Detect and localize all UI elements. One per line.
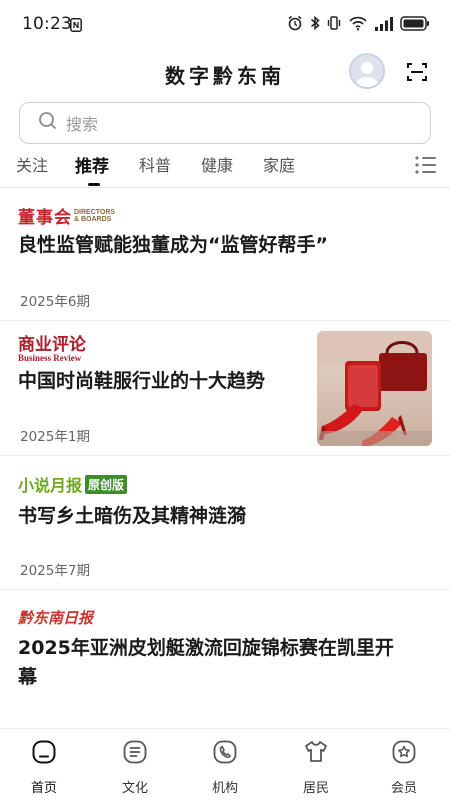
bottom-nav: 首页 文化 机构 居民 会员: [0, 728, 450, 800]
article-title[interactable]: 2025年亚洲皮划艇激流回旋锦标赛在凯里开 幕: [18, 634, 438, 692]
nfc-icon: [70, 17, 82, 36]
nav-home[interactable]: 首页: [14, 739, 74, 796]
article-issue: 2025年7期: [20, 563, 90, 579]
search-input[interactable]: 搜索: [19, 102, 431, 144]
search-placeholder: 搜索: [66, 115, 99, 134]
tab-family[interactable]: 家庭: [263, 152, 295, 176]
article-issue: 2025年6期: [20, 294, 90, 310]
shirt-icon: [303, 739, 329, 765]
article-title-line: 幕: [18, 666, 38, 688]
category-tabs: 关注 推荐 科普 健康 家庭: [0, 150, 450, 188]
alarm-icon: [287, 15, 303, 35]
article-item[interactable]: 小说月报 原创版 书写乡土暗伤及其精神涟漪 2025年7期: [0, 456, 450, 590]
search-icon: [38, 111, 58, 135]
status-time: 10:23: [22, 14, 72, 34]
source-name: 商业评论: [18, 335, 86, 355]
list-menu-icon[interactable]: [414, 154, 438, 176]
source-name: 董事会: [18, 208, 72, 228]
tab-science[interactable]: 科普: [139, 152, 171, 176]
nav-label: 机构: [211, 781, 238, 796]
article-item[interactable]: 董事会 DIRECTORS & BOARDS 良性监管赋能独董成为“监管好帮手”…: [0, 188, 450, 321]
nav-label: 会员: [390, 781, 417, 796]
source-logo-business-review: 商业评论 Business Review: [18, 335, 86, 364]
article-item[interactable]: 商业评论 Business Review 中国时尚鞋服行业的十大趋势 2025年…: [0, 321, 450, 456]
user-avatar-icon[interactable]: [349, 53, 385, 89]
article-title-line: 2025年亚洲皮划艇激流回旋锦标赛在凯里开: [18, 637, 394, 659]
signal-icon: [375, 16, 393, 35]
article-title[interactable]: 中国时尚鞋服行业的十大趋势: [18, 367, 265, 396]
nav-label: 居民: [302, 781, 329, 796]
tab-health[interactable]: 健康: [201, 152, 233, 176]
app-header: 数字黔东南: [0, 50, 450, 96]
article-item[interactable]: 黔东南日报 2025年亚洲皮划艇激流回旋锦标赛在凯里开 幕: [0, 590, 450, 728]
article-title[interactable]: 良性监管赋能独董成为“监管好帮手”: [18, 231, 328, 260]
nav-institution[interactable]: 机构: [195, 739, 255, 796]
source-badge: 原创版: [85, 474, 128, 494]
nav-culture[interactable]: 文化: [105, 739, 165, 796]
article-title[interactable]: 书写乡土暗伤及其精神涟漪: [18, 502, 246, 531]
document-icon: [122, 739, 148, 765]
wifi-icon: [348, 15, 368, 35]
tab-recommend[interactable]: 推荐: [75, 152, 109, 177]
nav-residents[interactable]: 居民: [286, 739, 346, 796]
red-shoes-and-handbag-image[interactable]: [317, 331, 432, 446]
article-issue: 2025年1期: [20, 429, 90, 445]
source-logo-directors-boards: 董事会 DIRECTORS & BOARDS: [18, 203, 120, 228]
home-icon: [31, 739, 57, 765]
source-logo-qiandongnan-daily: 黔东南日报: [18, 609, 94, 627]
tab-indicator: [88, 183, 100, 186]
source-name-en: Business Review: [18, 353, 82, 363]
status-bar: 10:23: [0, 0, 450, 50]
bluetooth-icon: [310, 15, 320, 35]
nav-label: 文化: [121, 781, 148, 796]
scan-icon[interactable]: [405, 60, 429, 84]
phone-icon: [212, 739, 238, 765]
battery-icon: [400, 15, 430, 35]
tab-follow[interactable]: 关注: [16, 152, 48, 176]
source-name-en: DIRECTORS & BOARDS: [74, 208, 116, 223]
vibrate-icon: [327, 15, 341, 35]
nav-label: 首页: [30, 781, 57, 796]
nav-member[interactable]: 会员: [374, 739, 434, 796]
source-name: 小说月报: [18, 476, 83, 495]
star-badge-icon: [391, 739, 417, 765]
status-icons: [287, 15, 430, 35]
source-logo-novel-monthly: 小说月报 原创版: [18, 472, 128, 496]
